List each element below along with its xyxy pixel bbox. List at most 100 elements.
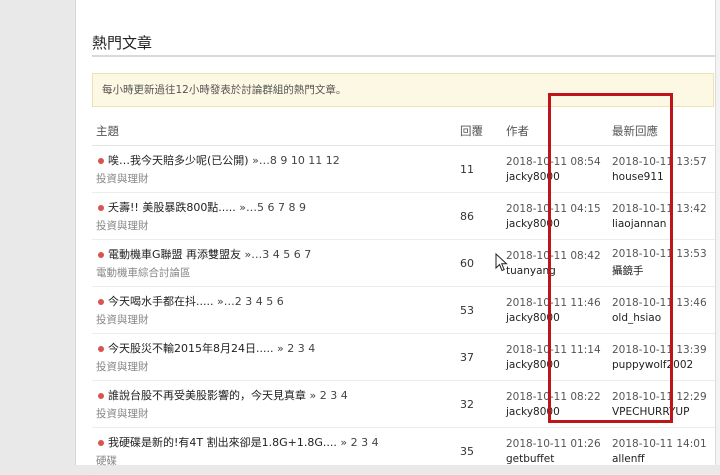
reply-count: 86 (456, 192, 502, 240)
hot-threads-table: 主題 回覆 作者 最新回應 唉…我今天賠多少呢(已公開) »…8 9 10 11… (92, 117, 720, 475)
thread-title-link[interactable]: 我硬碟是新的!有4T 割出來卻是1.8G+1.8G.... (108, 436, 337, 449)
last-reply-time: 2018-10-11 13:53 (612, 248, 707, 260)
thread-title-link[interactable]: 今天喝水手都在抖..... (108, 295, 213, 308)
author-cell: 2018-10-11 08:54 jacky8000 (502, 145, 608, 193)
last-reply-username[interactable]: liaojannan (612, 218, 720, 230)
topic-line: 電動機車G聯盟 再添雙盟友 »…3 4 5 6 7 (96, 246, 456, 262)
last-reply-cell: 2018-10-11 12:29 VPECHURRYUP (608, 380, 720, 428)
author-username[interactable]: tuanyang (506, 265, 608, 277)
red-dot-icon (98, 439, 104, 446)
author-cell: 2018-10-11 08:22 jacky8000 (502, 380, 608, 428)
topic-cell: 今天喝水手都在抖..... »…2 3 4 5 6 投資與理財 (92, 286, 456, 334)
author-cell: 2018-10-11 08:42 tuanyang (502, 239, 608, 287)
page-links[interactable]: » 2 3 4 (340, 436, 378, 449)
scrollbar[interactable] (715, 0, 720, 465)
page-links[interactable]: »…2 3 4 5 6 (217, 295, 284, 308)
topic-cell: 夭壽!! 美股暴跌800點..... »…5 6 7 8 9 投資與理財 (92, 192, 456, 240)
page-links[interactable]: »…8 9 10 11 12 (252, 154, 340, 167)
author-post-time: 2018-10-11 04:15 (506, 202, 601, 215)
last-reply-username[interactable]: house911 (612, 171, 720, 183)
hot-articles-panel: 熱門文章 每小時更新過往12小時發表於討論群組的熱門文章。 主題 回覆 作者 最… (75, 0, 720, 475)
forum-link[interactable]: 投資與理財 (96, 359, 456, 374)
author-post-time: 2018-10-11 01:26 (506, 437, 601, 450)
red-dot-icon (98, 251, 104, 258)
topic-cell: 我硬碟是新的!有4T 割出來卻是1.8G+1.8G.... » 2 3 4 硬碟 (92, 427, 456, 475)
last-reply-username[interactable]: old_hsiao (612, 312, 720, 324)
red-dot-icon (98, 204, 104, 211)
topic-line: 今天喝水手都在抖..... »…2 3 4 5 6 (96, 293, 456, 309)
topic-line: 我硬碟是新的!有4T 割出來卻是1.8G+1.8G.... » 2 3 4 (96, 434, 456, 450)
author-username[interactable]: getbuffet (506, 453, 608, 465)
reply-count: 32 (456, 380, 502, 428)
col-header-replies: 回覆 (456, 117, 502, 146)
last-reply-cell: 2018-10-11 13:39 puppywolf2002 (608, 333, 720, 381)
thread-title-link[interactable]: 電動機車G聯盟 再添雙盟友 (108, 248, 241, 261)
last-reply-time: 2018-10-11 13:46 (612, 296, 707, 309)
thread-title-link[interactable]: 今天股災不輸2015年8月24日..... (108, 342, 273, 355)
author-post-time: 2018-10-11 11:46 (506, 296, 601, 309)
topic-cell: 唉…我今天賠多少呢(已公開) »…8 9 10 11 12 投資與理財 (92, 145, 456, 193)
last-reply-username[interactable]: puppywolf2002 (612, 359, 720, 371)
notice-banner: 每小時更新過往12小時發表於討論群組的熱門文章。 (92, 73, 714, 107)
topic-cell: 今天股災不輸2015年8月24日..... » 2 3 4 投資與理財 (92, 333, 456, 381)
last-reply-time: 2018-10-11 12:29 (612, 390, 707, 403)
author-post-time: 2018-10-11 08:22 (506, 390, 601, 403)
author-username[interactable]: jacky8000 (506, 406, 608, 418)
mouse-pointer-icon (495, 253, 508, 272)
thread-title-link[interactable]: 夭壽!! 美股暴跌800點..... (108, 201, 236, 214)
last-reply-username[interactable]: 攝鏡手 (612, 263, 720, 278)
last-reply-cell: 2018-10-11 14:01 allenff (608, 427, 720, 475)
author-cell: 2018-10-11 04:15 jacky8000 (502, 192, 608, 240)
section-title: 熱門文章 (92, 34, 153, 52)
table-row: 今天股災不輸2015年8月24日..... » 2 3 4 投資與理財 37 2018… (92, 333, 720, 381)
title-divider (92, 55, 720, 57)
topic-line: 誰說台股不再受美股影響的，今天見真章 » 2 3 4 (96, 387, 456, 403)
author-post-time: 2018-10-11 08:54 (506, 155, 601, 168)
table-row: 夭壽!! 美股暴跌800點..... »…5 6 7 8 9 投資與理財 86 201… (92, 192, 720, 240)
forum-link[interactable]: 投資與理財 (96, 406, 456, 421)
author-post-time: 2018-10-11 11:14 (506, 343, 601, 356)
thread-title-link[interactable]: 誰說台股不再受美股影響的，今天見真章 (108, 389, 306, 402)
table-row: 唉…我今天賠多少呢(已公開) »…8 9 10 11 12 投資與理財 11 2018… (92, 145, 720, 193)
topic-line: 唉…我今天賠多少呢(已公開) »…8 9 10 11 12 (96, 152, 456, 168)
table-row: 誰說台股不再受美股影響的，今天見真章 » 2 3 4 投資與理財 32 2018-10… (92, 380, 720, 428)
red-dot-icon (98, 345, 104, 352)
forum-link[interactable]: 投資與理財 (96, 171, 456, 186)
author-username[interactable]: jacky8000 (506, 171, 608, 183)
table-row: 電動機車G聯盟 再添雙盟友 »…3 4 5 6 7 電動機車綜合討論區 60 2018… (92, 239, 720, 287)
col-header-last-reply: 最新回應 (608, 117, 720, 146)
author-cell: 2018-10-11 11:14 jacky8000 (502, 333, 608, 381)
author-username[interactable]: jacky8000 (506, 359, 608, 371)
last-reply-time: 2018-10-11 13:39 (612, 343, 707, 356)
reply-count: 11 (456, 145, 502, 193)
last-reply-cell: 2018-10-11 13:42 liaojannan (608, 192, 720, 240)
last-reply-username[interactable]: allenff (612, 453, 720, 465)
last-reply-username[interactable]: VPECHURRYUP (612, 406, 720, 418)
last-reply-cell: 2018-10-11 13:46 old_hsiao (608, 286, 720, 334)
forum-link[interactable]: 硬碟 (96, 453, 456, 468)
col-header-author: 作者 (502, 117, 608, 146)
forum-link[interactable]: 投資與理財 (96, 218, 456, 233)
reply-count: 37 (456, 333, 502, 381)
author-post-time: 2018-10-11 08:42 (506, 249, 601, 262)
last-reply-time: 2018-10-11 13:57 (612, 155, 707, 168)
red-dot-icon (98, 298, 104, 305)
page-links[interactable]: »…5 6 7 8 9 (239, 201, 306, 214)
page-links[interactable]: » 2 3 4 (310, 389, 348, 402)
red-dot-icon (98, 392, 104, 399)
reply-count: 53 (456, 286, 502, 334)
topic-cell: 誰說台股不再受美股影響的，今天見真章 » 2 3 4 投資與理財 (92, 380, 456, 428)
page-links[interactable]: » 2 3 4 (277, 342, 315, 355)
last-reply-time: 2018-10-11 13:42 (612, 202, 707, 215)
forum-link[interactable]: 投資與理財 (96, 312, 456, 327)
thread-title-link[interactable]: 唉…我今天賠多少呢(已公開) (108, 154, 249, 167)
reply-count: 35 (456, 427, 502, 475)
author-username[interactable]: jacky8000 (506, 218, 608, 230)
table-row: 我硬碟是新的!有4T 割出來卻是1.8G+1.8G.... » 2 3 4 硬碟 3… (92, 427, 720, 475)
col-header-topic: 主題 (92, 117, 456, 146)
topic-line: 夭壽!! 美股暴跌800點..... »…5 6 7 8 9 (96, 199, 456, 215)
page-links[interactable]: »…3 4 5 6 7 (245, 248, 312, 261)
forum-link[interactable]: 電動機車綜合討論區 (96, 265, 456, 280)
table-row: 今天喝水手都在抖..... »…2 3 4 5 6 投資與理財 53 2018-10-… (92, 286, 720, 334)
author-username[interactable]: jacky8000 (506, 312, 608, 324)
